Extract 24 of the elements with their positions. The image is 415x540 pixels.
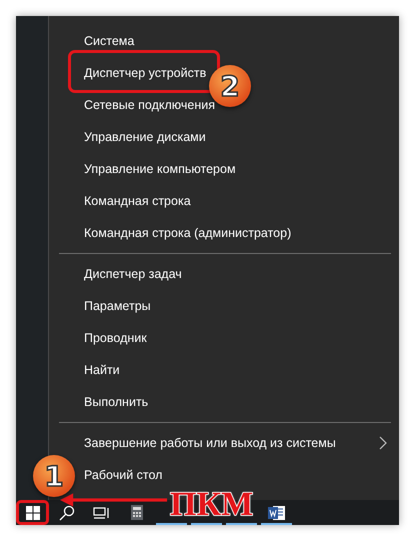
menu-item[interactable]: Управление компьютером (84, 162, 236, 176)
task-view-icon[interactable] (92, 506, 110, 520)
menu-item[interactable]: Система (84, 34, 134, 48)
menu-item[interactable]: Найти (84, 363, 120, 377)
search-icon[interactable] (58, 504, 74, 520)
menu-item[interactable]: Диспетчер задач (84, 267, 182, 281)
menu-item[interactable]: Завершение работы или выход из системы (84, 436, 336, 450)
taskbar-button[interactable] (16, 500, 49, 525)
menu-item[interactable]: Параметры (84, 299, 151, 313)
running-indicator (191, 523, 222, 525)
document-app-icon[interactable] (268, 504, 285, 520)
running-indicator (226, 523, 257, 525)
menu-item[interactable]: Командная строка (администратор) (84, 226, 292, 240)
action-label: ПКМ (170, 490, 254, 520)
menu-item[interactable]: Диспетчер устройств (84, 66, 206, 80)
menu-item[interactable]: Командная строка (84, 194, 191, 208)
menu-item[interactable]: Управление дисками (84, 130, 206, 144)
menu-item[interactable]: Проводник (84, 331, 147, 345)
running-indicator (261, 523, 292, 525)
menu-item[interactable]: Рабочий стол (84, 468, 162, 482)
menu-item[interactable]: Выполнить (84, 395, 148, 409)
calculator-icon[interactable] (130, 505, 142, 520)
windows-logo-icon[interactable] (26, 506, 40, 520)
running-indicator (156, 523, 187, 525)
